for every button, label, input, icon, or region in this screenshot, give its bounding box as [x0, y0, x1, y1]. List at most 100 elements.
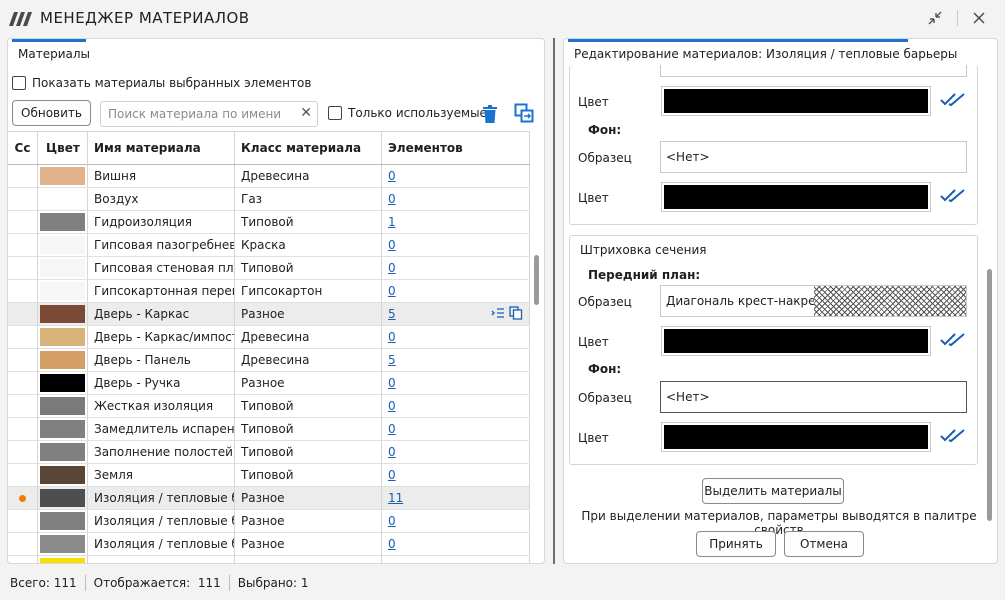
- table-row[interactable]: [8, 556, 530, 563]
- section-color-swatch[interactable]: [661, 326, 931, 356]
- material-name-cell[interactable]: Гипсовая стеновая плита: [88, 257, 235, 279]
- material-name-cell[interactable]: Дверь - Ручка: [88, 372, 235, 394]
- table-row[interactable]: Гипсовая стеновая плитаТиповой 0: [8, 257, 530, 280]
- table-row[interactable]: Земля Типовой 0: [8, 464, 530, 487]
- element-count-link[interactable]: 0: [388, 192, 396, 206]
- material-name-cell[interactable]: Заполнение полостей: [88, 441, 235, 463]
- table-row[interactable]: Воздух Газ 0: [8, 188, 530, 211]
- color-cell[interactable]: [38, 188, 88, 210]
- element-count-link[interactable]: 0: [388, 261, 396, 275]
- color-cell[interactable]: [38, 372, 88, 394]
- table-row[interactable]: Дверь - Панель Древесина 5: [8, 349, 530, 372]
- color-cell[interactable]: [38, 533, 88, 555]
- section-bg-color-swatch[interactable]: [661, 422, 931, 452]
- show-selected-checkbox[interactable]: [12, 76, 26, 90]
- color-cell[interactable]: [38, 556, 88, 563]
- color-cell[interactable]: [38, 303, 88, 325]
- col-header-class[interactable]: Класс материала: [235, 132, 382, 164]
- element-count-link[interactable]: 0: [388, 514, 396, 528]
- material-name-cell[interactable]: Изоляция / тепловые бар: [88, 487, 235, 509]
- material-name-cell[interactable]: Жесткая изоляция: [88, 395, 235, 417]
- table-row[interactable]: Жесткая изоляция Типовой 0: [8, 395, 530, 418]
- tab-materials[interactable]: Материалы: [18, 47, 90, 61]
- material-name-cell[interactable]: Изоляция / тепловые бар: [88, 510, 235, 532]
- element-count-link[interactable]: 0: [388, 330, 396, 344]
- material-name-cell[interactable]: Дверь - Каркас/импост: [88, 326, 235, 348]
- material-name-cell[interactable]: Замедлитель испарения: [88, 418, 235, 440]
- editor-scrollbar[interactable]: [987, 269, 992, 521]
- table-row[interactable]: Дверь - Каркас Разное 5: [8, 303, 530, 326]
- trash-icon[interactable]: [481, 103, 499, 125]
- element-count-link[interactable]: 0: [388, 238, 396, 252]
- table-scrollbar[interactable]: [534, 255, 539, 305]
- double-check-icon[interactable]: [940, 429, 966, 443]
- double-check-icon[interactable]: [940, 189, 966, 203]
- col-header-name[interactable]: Имя материала: [88, 132, 235, 164]
- element-count-link[interactable]: 5: [388, 353, 396, 367]
- show-selected-row[interactable]: Показать материалы выбранных элементов: [12, 76, 311, 90]
- material-name-cell[interactable]: Земля: [88, 464, 235, 486]
- double-check-icon[interactable]: [940, 93, 966, 107]
- element-count-link[interactable]: 0: [388, 169, 396, 183]
- color-cell[interactable]: [38, 464, 88, 486]
- color-cell[interactable]: [38, 510, 88, 532]
- replace-icon[interactable]: [513, 101, 535, 125]
- element-count-link[interactable]: 11: [388, 491, 403, 505]
- element-count-link[interactable]: 5: [388, 307, 396, 321]
- surface-color-swatch[interactable]: [661, 86, 931, 116]
- table-row[interactable]: Дверь - Каркас/импост Древесина 0: [8, 326, 530, 349]
- color-cell[interactable]: [38, 418, 88, 440]
- table-row[interactable]: Изоляция / тепловые барРазное 0: [8, 510, 530, 533]
- refresh-button[interactable]: Обновить: [12, 100, 91, 126]
- only-used-row[interactable]: Только используемые: [328, 106, 487, 120]
- material-name-cell[interactable]: [88, 556, 235, 563]
- select-materials-button[interactable]: Выделить материалы: [702, 478, 844, 504]
- double-check-icon[interactable]: [940, 333, 966, 347]
- element-count-link[interactable]: 0: [388, 422, 396, 436]
- color-cell[interactable]: [38, 395, 88, 417]
- section-sample-field[interactable]: Диагональ крест-накрест,: [660, 285, 967, 317]
- material-name-cell[interactable]: Вишня: [88, 165, 235, 187]
- element-count-link[interactable]: 0: [388, 399, 396, 413]
- element-count-link[interactable]: 0: [388, 284, 396, 298]
- only-used-checkbox[interactable]: [328, 106, 342, 120]
- cancel-button[interactable]: Отмена: [784, 531, 864, 557]
- material-name-cell[interactable]: Дверь - Панель: [88, 349, 235, 371]
- color-cell[interactable]: [38, 349, 88, 371]
- color-cell[interactable]: [38, 234, 88, 256]
- table-row[interactable]: Гидроизоляция Типовой 1: [8, 211, 530, 234]
- table-row[interactable]: Изоляция / тепловые барРазное 0: [8, 533, 530, 556]
- collapse-icon[interactable]: [922, 6, 948, 30]
- material-name-cell[interactable]: Дверь - Каркас: [88, 303, 235, 325]
- color-cell[interactable]: [38, 441, 88, 463]
- surface-bg-sample-field[interactable]: <Нет>: [660, 141, 967, 173]
- col-header-elements[interactable]: Элементов: [382, 132, 530, 164]
- material-name-cell[interactable]: Гипсокартонная перегор: [88, 280, 235, 302]
- clear-search-icon[interactable]: ✕: [300, 105, 312, 121]
- table-row[interactable]: Изоляция / тепловые барРазное 11: [8, 487, 530, 510]
- panel-splitter[interactable]: [553, 38, 555, 564]
- element-count-link[interactable]: 0: [388, 445, 396, 459]
- material-name-cell[interactable]: Изоляция / тепловые бар: [88, 533, 235, 555]
- table-row[interactable]: Дверь - Ручка Разное 0: [8, 372, 530, 395]
- search-input[interactable]: Поиск материала по имени ✕: [100, 101, 318, 127]
- element-count-link[interactable]: 0: [388, 537, 396, 551]
- color-cell[interactable]: [38, 326, 88, 348]
- table-row[interactable]: Вишня Древесина 0: [8, 165, 530, 188]
- material-name-cell[interactable]: Воздух: [88, 188, 235, 210]
- table-row[interactable]: Замедлитель испарения Типовой 0: [8, 418, 530, 441]
- surface-bg-color-swatch[interactable]: [661, 182, 931, 212]
- element-count-link[interactable]: 0: [388, 376, 396, 390]
- color-cell[interactable]: [38, 280, 88, 302]
- element-count-link[interactable]: 1: [388, 215, 396, 229]
- element-count-link[interactable]: 0: [388, 468, 396, 482]
- table-row[interactable]: Гипсокартонная перегорГипсокартон 0: [8, 280, 530, 303]
- select-elements-icon[interactable]: [491, 306, 505, 320]
- color-cell[interactable]: [38, 211, 88, 233]
- color-cell[interactable]: [38, 487, 88, 509]
- surface-sample-field-top[interactable]: [660, 65, 967, 77]
- color-cell[interactable]: [38, 165, 88, 187]
- col-header-cc[interactable]: Сс: [8, 132, 38, 164]
- material-name-cell[interactable]: Гидроизоляция: [88, 211, 235, 233]
- table-row[interactable]: Заполнение полостей Типовой 0: [8, 441, 530, 464]
